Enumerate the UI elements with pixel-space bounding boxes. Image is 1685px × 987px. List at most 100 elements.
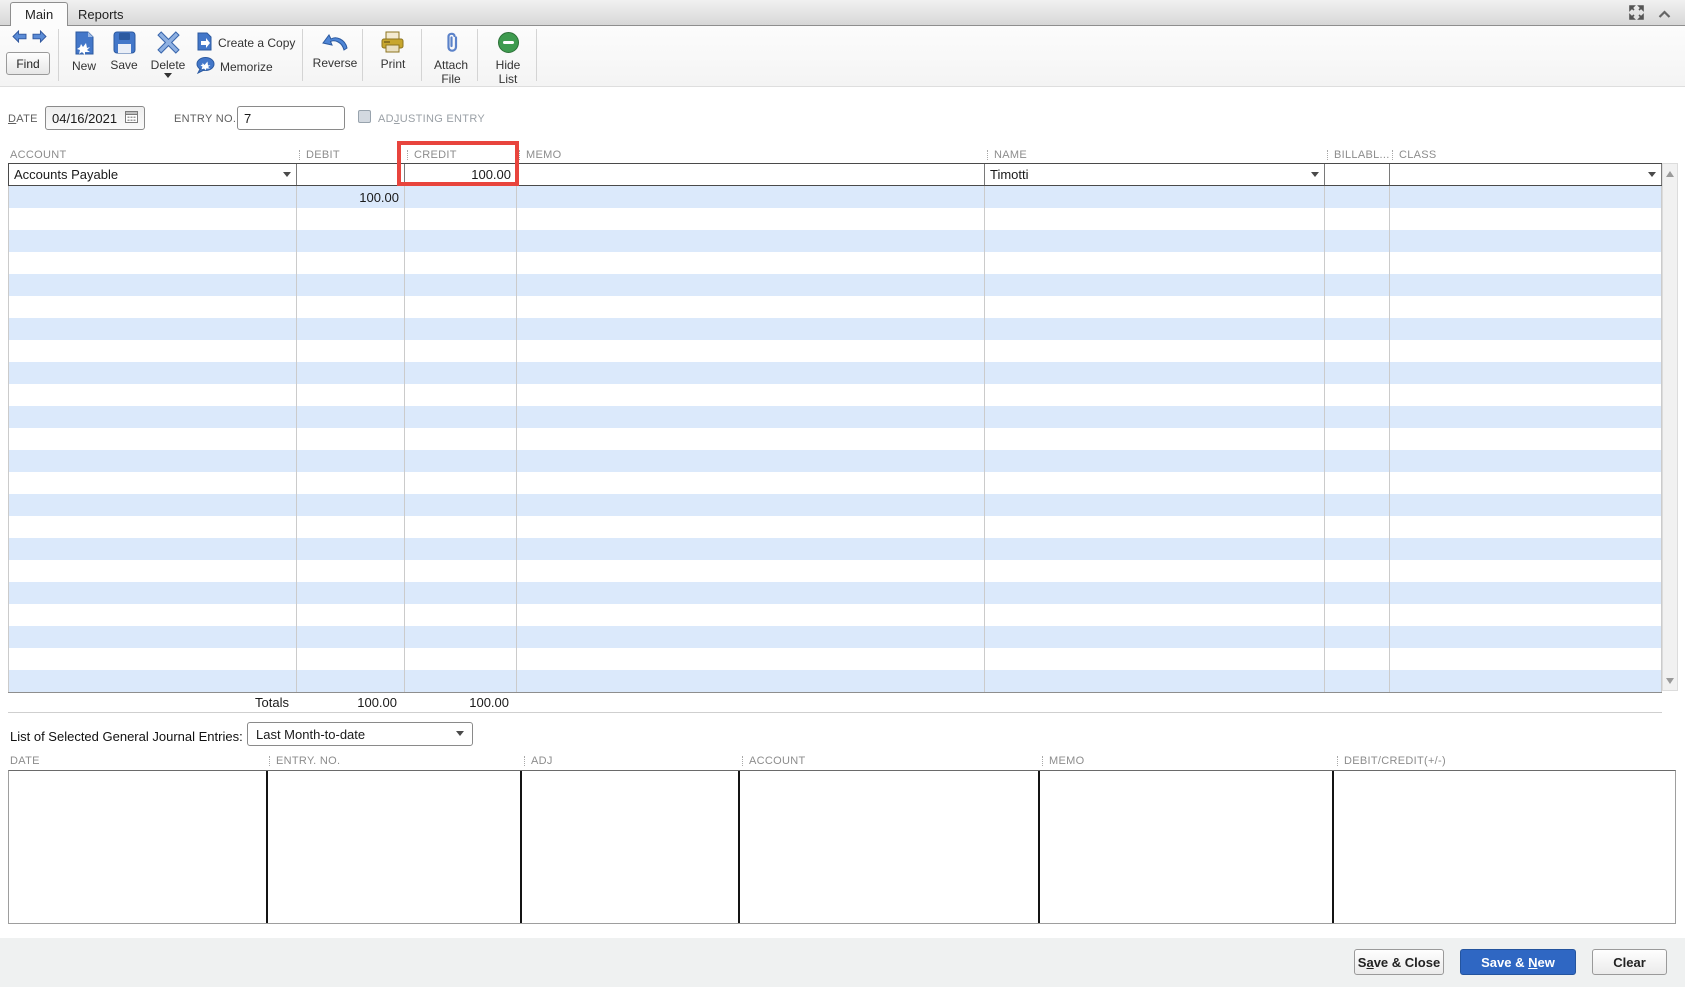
cell-class[interactable] [1390,230,1662,252]
cell-debit[interactable] [297,252,405,274]
grid-scrollbar[interactable] [1662,163,1678,691]
delete-button[interactable]: Delete [146,31,190,82]
cell-name[interactable] [985,186,1325,208]
cell-credit[interactable]: 100.00 [405,164,517,185]
cell-name[interactable] [985,340,1325,362]
cell-class[interactable] [1390,560,1662,582]
cell-billable[interactable] [1325,362,1390,384]
cell-debit[interactable] [297,494,405,516]
hide-list-button[interactable]: Hide List [485,31,531,85]
cell-debit[interactable] [297,340,405,362]
cell-class[interactable] [1390,362,1662,384]
dropdown-caret-icon[interactable] [1648,172,1656,181]
cell-name[interactable]: Timotti [985,164,1325,185]
cell-debit[interactable] [297,274,405,296]
cell-billable[interactable] [1325,560,1390,582]
cell-memo[interactable] [517,252,985,274]
column-drag-handle[interactable] [987,149,989,160]
cell-debit[interactable] [297,362,405,384]
cell-billable[interactable] [1325,538,1390,560]
dropdown-caret-icon[interactable] [283,172,291,181]
cell-credit[interactable] [405,626,517,648]
expand-icon[interactable] [1629,5,1644,25]
cell-name[interactable] [985,604,1325,626]
chevron-up-icon[interactable] [1658,6,1671,24]
cell-class[interactable] [1390,428,1662,450]
reverse-button[interactable]: Reverse [310,31,360,69]
cell-billable[interactable] [1325,626,1390,648]
back-arrow-icon[interactable] [11,29,27,48]
cell-credit[interactable] [405,384,517,406]
cell-account[interactable] [8,362,297,384]
cell-billable[interactable] [1325,318,1390,340]
cell-name[interactable] [985,252,1325,274]
attach-file-button[interactable]: Attach File [428,31,474,85]
cell-name[interactable] [985,384,1325,406]
tab-main[interactable]: Main [10,2,69,26]
cell-account[interactable] [8,560,297,582]
save-and-new-button[interactable]: Save & New [1460,949,1576,975]
cell-credit[interactable] [405,582,517,604]
cell-account[interactable] [8,252,297,274]
cell-debit[interactable] [297,384,405,406]
cell-billable[interactable] [1325,208,1390,230]
cell-name[interactable] [985,670,1325,692]
calendar-icon[interactable] [125,110,138,126]
cell-debit[interactable] [297,538,405,560]
save-and-close-button[interactable]: Save & Close [1354,949,1444,975]
cell-name[interactable] [985,406,1325,428]
cell-memo[interactable] [517,604,985,626]
cell-credit[interactable] [405,362,517,384]
cell-account[interactable] [8,670,297,692]
column-drag-handle[interactable] [299,149,301,160]
cell-memo[interactable] [517,230,985,252]
cell-credit[interactable] [405,208,517,230]
cell-name[interactable] [985,230,1325,252]
cell-class[interactable] [1390,164,1662,185]
scroll-up-button[interactable] [1663,164,1677,179]
cell-class[interactable] [1390,626,1662,648]
scroll-down-button[interactable] [1663,675,1677,690]
cell-credit[interactable] [405,318,517,340]
cell-credit[interactable] [405,494,517,516]
cell-name[interactable] [985,494,1325,516]
cell-memo[interactable] [517,516,985,538]
cell-account[interactable] [8,604,297,626]
save-button[interactable]: Save [104,31,144,71]
cell-credit[interactable] [405,604,517,626]
cell-billable[interactable] [1325,494,1390,516]
column-drag-handle[interactable] [407,149,409,160]
cell-credit[interactable] [405,428,517,450]
cell-credit[interactable] [405,340,517,362]
cell-memo[interactable] [517,274,985,296]
cell-debit[interactable] [297,604,405,626]
delete-dropdown-caret-icon[interactable] [164,73,172,82]
forward-arrow-icon[interactable] [32,29,47,48]
cell-name[interactable] [985,560,1325,582]
cell-billable[interactable] [1325,472,1390,494]
cell-memo[interactable] [517,296,985,318]
cell-class[interactable] [1390,296,1662,318]
cell-account[interactable] [8,516,297,538]
cell-billable[interactable] [1325,384,1390,406]
cell-account[interactable] [8,318,297,340]
column-drag-handle[interactable] [1392,149,1394,160]
cell-class[interactable] [1390,450,1662,472]
cell-name[interactable] [985,428,1325,450]
cell-credit[interactable] [405,560,517,582]
cell-debit[interactable] [297,318,405,340]
cell-memo[interactable] [517,340,985,362]
cell-account[interactable] [8,428,297,450]
adjusting-entry-checkbox[interactable] [358,110,371,123]
cell-account[interactable] [8,406,297,428]
cell-credit[interactable] [405,186,517,208]
cell-class[interactable] [1390,604,1662,626]
cell-memo[interactable] [517,472,985,494]
cell-account[interactable] [8,208,297,230]
cell-memo[interactable] [517,494,985,516]
cell-billable[interactable] [1325,516,1390,538]
cell-credit[interactable] [405,230,517,252]
cell-class[interactable] [1390,538,1662,560]
cell-billable[interactable] [1325,252,1390,274]
cell-billable[interactable] [1325,340,1390,362]
